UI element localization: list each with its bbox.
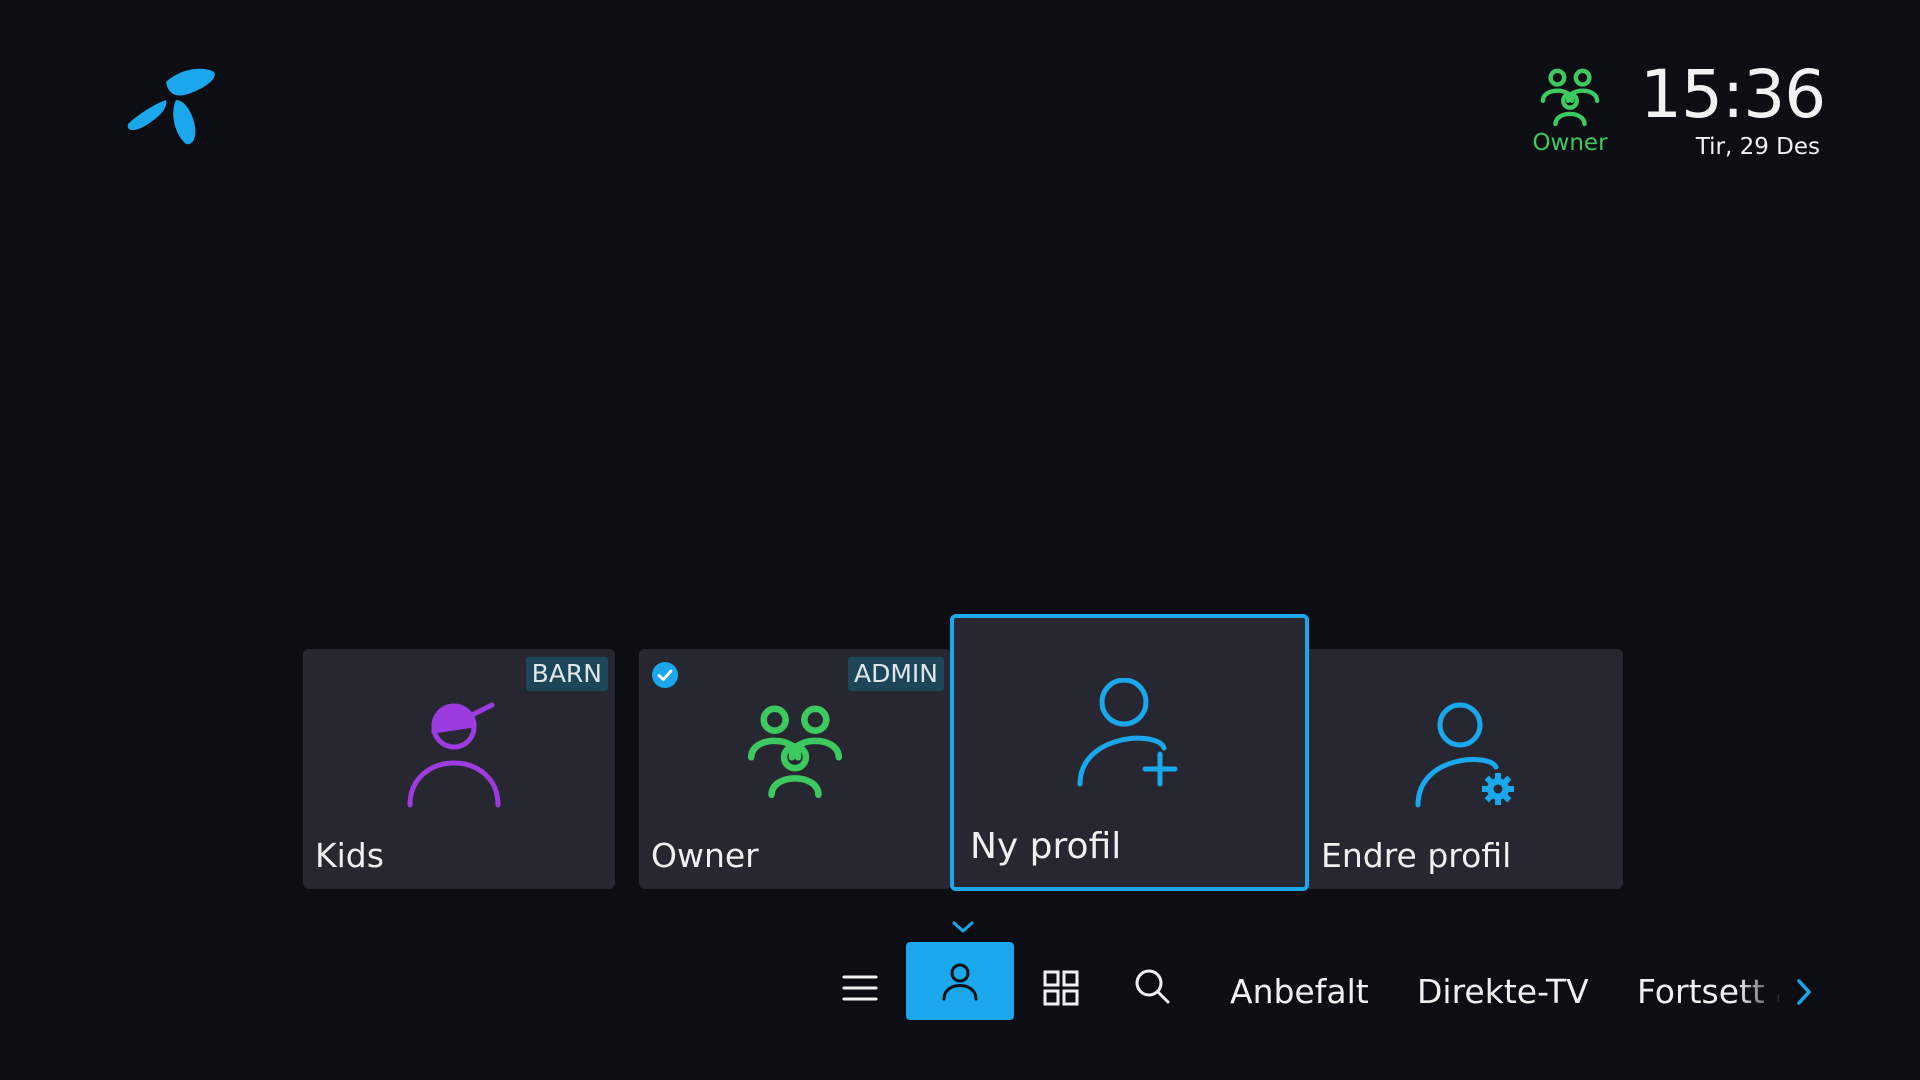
profile-tile-owner[interactable]: ADMIN Owner	[639, 649, 951, 889]
nav-grid-button[interactable]	[1036, 962, 1086, 1014]
profile-name-owner: Owner	[651, 836, 759, 875]
new-profile-label: Ny profil	[970, 826, 1122, 867]
nav-search-button[interactable]	[1127, 960, 1177, 1012]
kids-badge: BARN	[525, 657, 608, 691]
grid-icon	[1043, 970, 1079, 1006]
selected-check-icon	[652, 662, 678, 688]
kid-cap-icon	[407, 702, 501, 808]
nav-tab-anbefalt[interactable]: Anbefalt	[1230, 970, 1369, 1014]
nav-next-button[interactable]	[1792, 975, 1816, 1009]
nav-tab-fortsett[interactable]: Fortsett å	[1637, 970, 1779, 1014]
menu-icon	[842, 975, 878, 1001]
chevron-down-icon	[952, 921, 974, 933]
search-icon	[1135, 969, 1170, 1004]
edit-profile-tile[interactable]: Endre profil	[1309, 649, 1623, 889]
user-settings-icon	[1415, 702, 1514, 808]
owner-badge: ADMIN	[848, 657, 944, 691]
chevron-right-icon	[1797, 979, 1811, 1005]
profile-select-screen: Owner 15:36 Tir, 29 Des BARN Kids ADMIN	[0, 0, 1920, 1080]
telenor-logo	[127, 68, 215, 145]
user-icon	[942, 963, 978, 1001]
active-profile-indicator: Owner	[1520, 66, 1620, 156]
clock-date: Tir, 29 Des	[1695, 134, 1820, 160]
profile-name-kids: Kids	[315, 836, 384, 875]
nav-profile-button[interactable]	[906, 942, 1014, 1020]
group-icon	[1540, 68, 1600, 127]
nav-menu-button[interactable]	[838, 962, 882, 1014]
group-icon	[747, 705, 843, 799]
clock: 15:36 Tir, 29 Des	[1640, 56, 1826, 161]
edit-profile-label: Endre profil	[1321, 836, 1512, 875]
new-profile-tile[interactable]: Ny profil	[950, 614, 1309, 891]
clock-time: 15:36	[1640, 56, 1826, 133]
add-user-icon	[1077, 678, 1177, 787]
active-profile-name: Owner	[1532, 130, 1608, 156]
profile-tile-kids[interactable]: BARN Kids	[303, 649, 615, 889]
nav-tab-direkte-tv[interactable]: Direkte-TV	[1417, 970, 1589, 1014]
